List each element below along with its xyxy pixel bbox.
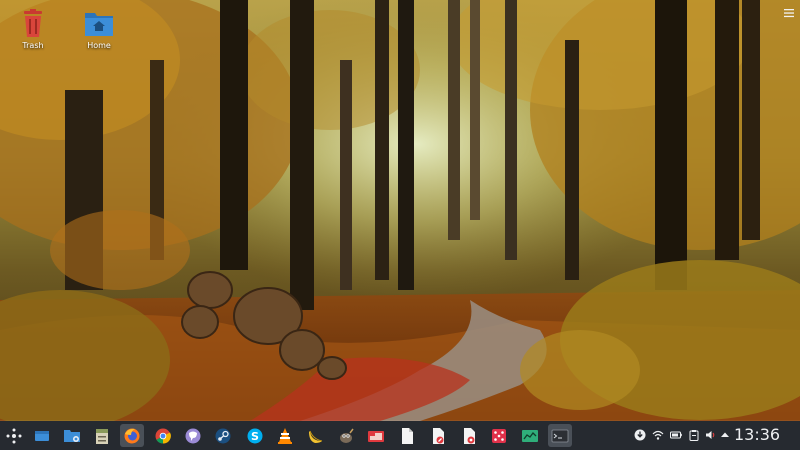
- speaker-icon: [706, 431, 715, 439]
- home-folder-icon: [84, 8, 114, 38]
- chrome-icon: [155, 428, 171, 444]
- desktop-toolbox-button[interactable]: [783, 4, 795, 18]
- expand-tray-button[interactable]: [718, 427, 732, 443]
- file-cabinet-button[interactable]: [90, 424, 114, 447]
- network-tray[interactable]: [651, 427, 665, 443]
- monitor-chart-icon: [522, 429, 538, 442]
- document-button[interactable]: [395, 424, 419, 447]
- document-icon: [402, 427, 413, 444]
- skype-icon: S: [247, 428, 263, 443]
- document-editor-button[interactable]: [426, 424, 450, 447]
- firefox-button[interactable]: [120, 424, 144, 447]
- vlc-button[interactable]: [273, 424, 297, 447]
- desktop-icon-home[interactable]: Home: [69, 8, 129, 50]
- chevron-up-icon: [721, 432, 729, 437]
- chrome-button[interactable]: [151, 424, 175, 447]
- firefox-icon: [124, 428, 140, 443]
- application-menu-button[interactable]: [2, 424, 26, 447]
- dice-app-button[interactable]: [487, 424, 511, 447]
- document-view-icon: [464, 427, 475, 444]
- steam-icon: [215, 428, 231, 443]
- gimp-icon: [340, 428, 354, 443]
- chat-bubble-icon: [185, 428, 201, 443]
- terminal-button[interactable]: [548, 424, 572, 447]
- dice-icon: [492, 428, 506, 443]
- cabinet-icon: [96, 428, 108, 444]
- pidgin-button[interactable]: [181, 424, 205, 447]
- vlc-icon: [278, 427, 292, 444]
- show-desktop-button[interactable]: [30, 424, 54, 447]
- folder-icon: [64, 429, 80, 442]
- screenshot-icon: [368, 430, 384, 442]
- show-desktop-icon: [35, 430, 49, 441]
- system-monitor-button[interactable]: [518, 424, 542, 447]
- download-icon: [634, 429, 646, 441]
- terminal-icon: [551, 429, 569, 442]
- battery-tray[interactable]: [669, 427, 683, 443]
- svg-text:S: S: [251, 430, 259, 443]
- desktop-icon-label: Home: [87, 41, 111, 50]
- wifi-icon: [652, 430, 664, 440]
- updates-tray[interactable]: [633, 427, 647, 443]
- volume-tray[interactable]: [704, 427, 718, 443]
- desktop-icon-trash[interactable]: Trash: [3, 8, 63, 50]
- clipboard-tray[interactable]: [687, 427, 701, 443]
- document-viewer-button[interactable]: [457, 424, 481, 447]
- desktop-icon-label: Trash: [22, 41, 44, 50]
- steam-button[interactable]: [211, 424, 235, 447]
- clock[interactable]: 13:36: [734, 425, 780, 444]
- gimp-button[interactable]: [334, 424, 358, 447]
- taskbar: S 13:36: [0, 421, 800, 450]
- hamburger-menu-icon: [784, 9, 794, 18]
- screenshot-button[interactable]: [364, 424, 388, 447]
- battery-icon: [670, 431, 682, 439]
- desktop-wallpaper: [0, 0, 800, 450]
- skype-button[interactable]: S: [243, 424, 267, 447]
- banana-icon: [309, 430, 323, 443]
- document-edit-icon: [433, 427, 444, 444]
- file-manager-button[interactable]: [60, 424, 84, 447]
- banana-button[interactable]: [304, 424, 328, 447]
- clipboard-icon: [689, 430, 699, 441]
- kde-launcher-icon: [6, 428, 22, 443]
- trash-icon: [18, 8, 48, 38]
